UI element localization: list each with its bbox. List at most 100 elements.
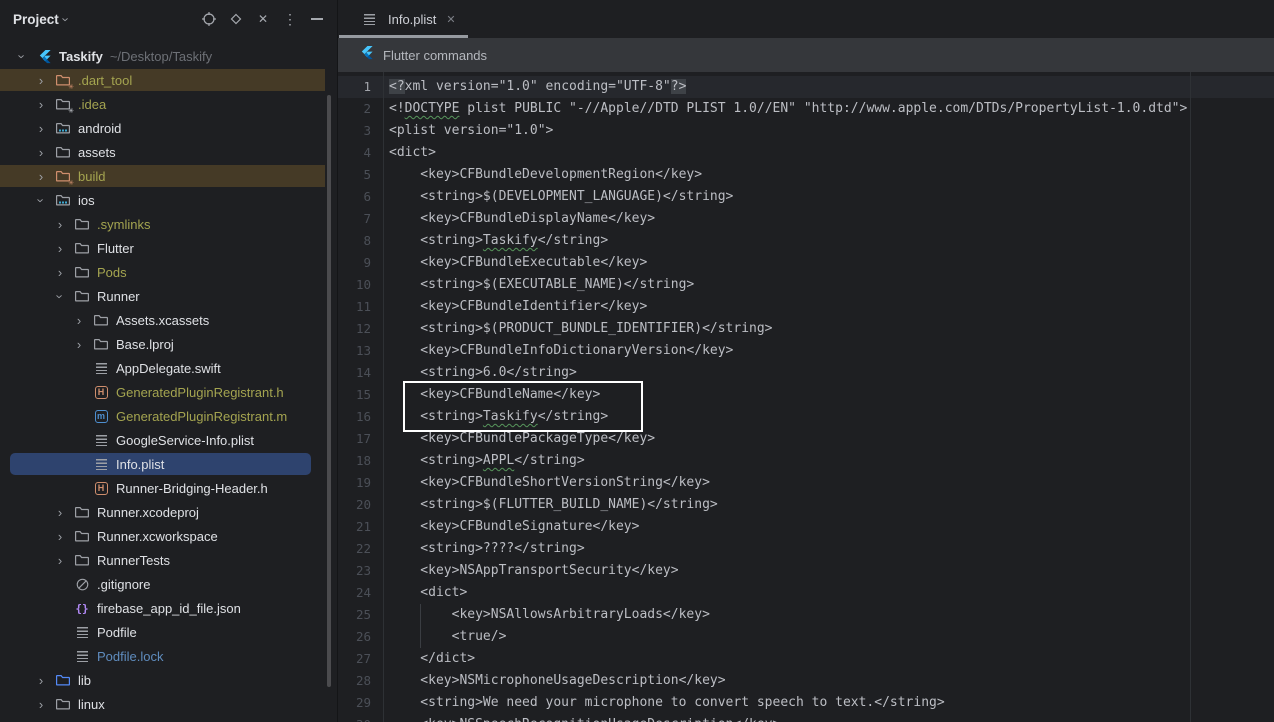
chevron-right-icon[interactable] bbox=[33, 98, 49, 111]
tree-item-info-plist[interactable]: Info.plist bbox=[0, 452, 337, 476]
close-x-icon[interactable]: ✕ bbox=[255, 11, 271, 27]
chevron-down-icon[interactable] bbox=[33, 194, 49, 207]
tree-item-label: Assets.xcassets bbox=[116, 313, 209, 328]
code-line-19[interactable]: 19 <key>CFBundleShortVersionString</key> bbox=[338, 472, 1274, 494]
code-line-29[interactable]: 29 <string>We need your microphone to co… bbox=[338, 692, 1274, 714]
tree-item-googleservice-info-plist[interactable]: GoogleService-Info.plist bbox=[0, 428, 337, 452]
tree-item-linux[interactable]: linux bbox=[0, 692, 337, 716]
code-line-16[interactable]: 16 <string>Taskify</string> bbox=[338, 406, 1274, 428]
banner-label: Flutter commands bbox=[383, 48, 487, 63]
tree-item-appdelegate-swift[interactable]: AppDelegate.swift bbox=[0, 356, 337, 380]
dash-icon[interactable] bbox=[309, 11, 325, 27]
code-line-18[interactable]: 18 <string>APPL</string> bbox=[338, 450, 1274, 472]
code-text: <key>CFBundleDisplayName</key> bbox=[371, 208, 655, 230]
tree-item-runner[interactable]: Runner bbox=[0, 284, 337, 308]
code-line-20[interactable]: 20 <string>$(FLUTTER_BUILD_NAME)</string… bbox=[338, 494, 1274, 516]
code-line-6[interactable]: 6 <string>$(DEVELOPMENT_LANGUAGE)</strin… bbox=[338, 186, 1274, 208]
chevron-down-icon[interactable]: › bbox=[59, 17, 72, 21]
tree-item-dart-tool[interactable]: ✳.dart_tool bbox=[0, 68, 337, 92]
code-line-22[interactable]: 22 <string>????</string> bbox=[338, 538, 1274, 560]
chevron-right-icon[interactable] bbox=[52, 266, 68, 279]
tree-item-ios[interactable]: ios bbox=[0, 188, 337, 212]
tree-item-podfile[interactable]: Podfile bbox=[0, 620, 337, 644]
code-line-30[interactable]: 30 <key>NSSpeechRecognitionUsageDescript… bbox=[338, 714, 1274, 722]
tree-scrollbar[interactable] bbox=[327, 95, 331, 687]
code-line-28[interactable]: 28 <key>NSMicrophoneUsageDescription</ke… bbox=[338, 670, 1274, 692]
code-line-8[interactable]: 8 <string>Taskify</string> bbox=[338, 230, 1274, 252]
tree-item-label: ios bbox=[78, 193, 95, 208]
project-panel-header: Project › ✕ ⋮ bbox=[0, 0, 337, 38]
line-number: 30 bbox=[338, 714, 371, 722]
tree-item-assets[interactable]: assets bbox=[0, 140, 337, 164]
close-tab-icon[interactable]: ✕ bbox=[446, 13, 455, 26]
tree-item-lib[interactable]: lib bbox=[0, 668, 337, 692]
tree-item-generatedpluginregistrant-m[interactable]: mGeneratedPluginRegistrant.m bbox=[0, 404, 337, 428]
tree-item-generatedpluginregistrant-h[interactable]: HGeneratedPluginRegistrant.h bbox=[0, 380, 337, 404]
code-line-26[interactable]: 26 <true/> bbox=[338, 626, 1274, 648]
indent-guide bbox=[420, 604, 421, 648]
tree-item-runner-xcworkspace[interactable]: Runner.xcworkspace bbox=[0, 524, 337, 548]
diamond-icon[interactable] bbox=[228, 11, 244, 27]
target-icon[interactable] bbox=[201, 11, 217, 27]
tree-item-runner-xcodeproj[interactable]: Runner.xcodeproj bbox=[0, 500, 337, 524]
code-line-15[interactable]: 15 <key>CFBundleName</key> bbox=[338, 384, 1274, 406]
panel-title[interactable]: Project bbox=[13, 12, 59, 27]
kebab-icon[interactable]: ⋮ bbox=[282, 11, 298, 27]
tree-item-flutter[interactable]: Flutter bbox=[0, 236, 337, 260]
chevron-right-icon[interactable] bbox=[52, 530, 68, 543]
tree-item-firebase-app-id-file-json[interactable]: {}firebase_app_id_file.json bbox=[0, 596, 337, 620]
tree-item-pods[interactable]: Pods bbox=[0, 260, 337, 284]
active-tab-underline bbox=[339, 35, 468, 38]
code-line-10[interactable]: 10 <string>$(EXECUTABLE_NAME)</string> bbox=[338, 274, 1274, 296]
chevron-right-icon[interactable] bbox=[33, 674, 49, 687]
chevron-right-icon[interactable] bbox=[52, 218, 68, 231]
code-line-7[interactable]: 7 <key>CFBundleDisplayName</key> bbox=[338, 208, 1274, 230]
code-line-4[interactable]: 4<dict> bbox=[338, 142, 1274, 164]
chevron-right-icon[interactable] bbox=[33, 146, 49, 159]
chevron-right-icon[interactable] bbox=[71, 314, 87, 327]
tree-item-podfile-lock[interactable]: Podfile.lock bbox=[0, 644, 337, 668]
chevron-right-icon[interactable] bbox=[52, 554, 68, 567]
code-text: <key>CFBundleDevelopmentRegion</key> bbox=[371, 164, 702, 186]
code-line-9[interactable]: 9 <key>CFBundleExecutable</key> bbox=[338, 252, 1274, 274]
tree-item-android[interactable]: android bbox=[0, 116, 337, 140]
code-line-14[interactable]: 14 <string>6.0</string> bbox=[338, 362, 1274, 384]
chevron-down-icon[interactable] bbox=[52, 290, 68, 303]
code-line-2[interactable]: 2<!DOCTYPE plist PUBLIC "-//Apple//DTD P… bbox=[338, 98, 1274, 120]
code-line-13[interactable]: 13 <key>CFBundleInfoDictionaryVersion</k… bbox=[338, 340, 1274, 362]
tree-item-base-lproj[interactable]: Base.lproj bbox=[0, 332, 337, 356]
code-line-5[interactable]: 5 <key>CFBundleDevelopmentRegion</key> bbox=[338, 164, 1274, 186]
chevron-right-icon[interactable] bbox=[71, 338, 87, 351]
project-tree: Taskify~/Desktop/Taskify ✳.dart_tool ✳.i… bbox=[0, 44, 337, 716]
tree-item-idea[interactable]: ✳.idea bbox=[0, 92, 337, 116]
chevron-right-icon[interactable] bbox=[52, 506, 68, 519]
tree-item-gitignore[interactable]: .gitignore bbox=[0, 572, 337, 596]
code-line-12[interactable]: 12 <string>$(PRODUCT_BUNDLE_IDENTIFIER)<… bbox=[338, 318, 1274, 340]
code-line-23[interactable]: 23 <key>NSAppTransportSecurity</key> bbox=[338, 560, 1274, 582]
tree-item-runner-bridging-header-h[interactable]: HRunner-Bridging-Header.h bbox=[0, 476, 337, 500]
chevron-right-icon[interactable] bbox=[52, 242, 68, 255]
code-line-21[interactable]: 21 <key>CFBundleSignature</key> bbox=[338, 516, 1274, 538]
tree-item-runnertests[interactable]: RunnerTests bbox=[0, 548, 337, 572]
code-line-17[interactable]: 17 <key>CFBundlePackageType</key> bbox=[338, 428, 1274, 450]
chevron-right-icon[interactable] bbox=[33, 122, 49, 135]
folder-asterisk-icon: ✳ bbox=[55, 96, 71, 112]
code-line-24[interactable]: 24 <dict> bbox=[338, 582, 1274, 604]
tree-item-symlinks[interactable]: .symlinks bbox=[0, 212, 337, 236]
tree-item-build[interactable]: ✳build bbox=[0, 164, 337, 188]
chevron-right-icon[interactable] bbox=[33, 74, 49, 87]
line-number: 9 bbox=[338, 252, 371, 274]
code-line-11[interactable]: 11 <key>CFBundleIdentifier</key> bbox=[338, 296, 1274, 318]
code-line-3[interactable]: 3<plist version="1.0"> bbox=[338, 120, 1274, 142]
code-editor[interactable]: 1<?xml version="1.0" encoding="UTF-8"?>2… bbox=[338, 72, 1274, 722]
chevron-down-icon[interactable] bbox=[14, 50, 30, 63]
code-line-25[interactable]: 25 <key>NSAllowsArbitraryLoads</key> bbox=[338, 604, 1274, 626]
chevron-right-icon[interactable] bbox=[33, 698, 49, 711]
flutter-commands-banner[interactable]: Flutter commands bbox=[338, 38, 1274, 72]
tab-info-plist[interactable]: Info.plist ✕ bbox=[338, 0, 469, 38]
tree-item-taskify[interactable]: Taskify~/Desktop/Taskify bbox=[0, 44, 337, 68]
tree-item-assets-xcassets[interactable]: Assets.xcassets bbox=[0, 308, 337, 332]
code-line-27[interactable]: 27 </dict> bbox=[338, 648, 1274, 670]
chevron-right-icon[interactable] bbox=[33, 170, 49, 183]
code-line-1[interactable]: 1<?xml version="1.0" encoding="UTF-8"?> bbox=[338, 76, 1274, 98]
